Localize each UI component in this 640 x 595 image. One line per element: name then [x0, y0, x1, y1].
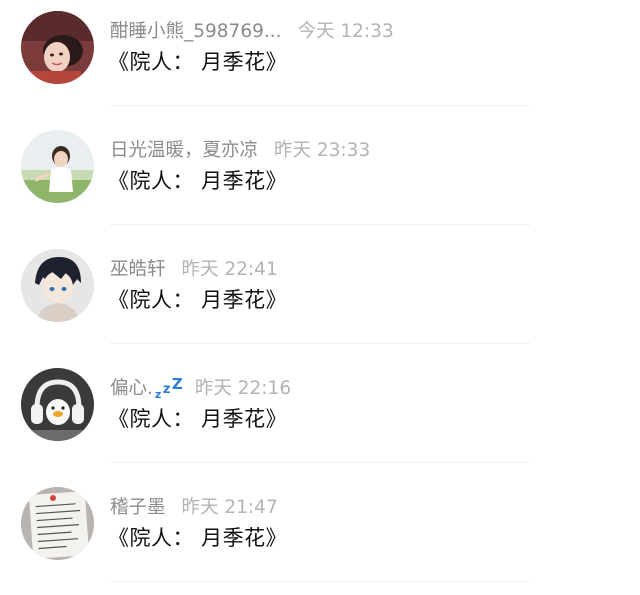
comment-item[interactable]: 偏心. z z Z 昨天 22:16 《院人： 月季花》 [0, 357, 640, 476]
comment-meta: 日光温暖，夏亦凉 昨天 23:33 [110, 137, 370, 165]
comment-text: 《院人： 月季花》 [108, 288, 288, 312]
avatar[interactable] [21, 487, 94, 560]
comment-text: 《院人： 月季花》 [108, 169, 288, 193]
comment-meta: 酣睡小熊_598769... 今天 12:33 [110, 18, 394, 46]
avatar-headphones-duck-icon [21, 368, 94, 441]
comment-meta: 稽子墨 昨天 21:47 [110, 494, 278, 522]
avatar-anime-boy-icon [21, 249, 94, 322]
comment-meta: 偏心. z z Z 昨天 22:16 [110, 375, 291, 403]
comment-item[interactable]: 酣睡小熊_598769... 今天 12:33 《院人： 月季花》 [0, 0, 640, 119]
avatar[interactable] [21, 130, 94, 203]
divider [110, 105, 530, 106]
comment-meta: 巫皓轩 昨天 22:41 [110, 256, 278, 284]
avatar[interactable] [21, 368, 94, 441]
divider [110, 224, 530, 225]
avatar-handwritten-note-icon [21, 487, 94, 560]
divider [110, 581, 530, 582]
comment-item[interactable]: 稽子墨 昨天 21:47 《院人： 月季花》 [0, 476, 640, 595]
username[interactable]: 巫皓轩 [110, 259, 166, 280]
username[interactable]: 偏心. [110, 378, 153, 399]
avatar-girl-lying-icon [21, 11, 94, 84]
comment-text: 《院人： 月季花》 [108, 526, 288, 550]
avatar[interactable] [21, 249, 94, 322]
divider [110, 462, 530, 463]
timestamp: 昨天 21:47 [181, 497, 278, 518]
timestamp: 昨天 23:33 [274, 140, 371, 161]
comment-item[interactable]: 日光温暖，夏亦凉 昨天 23:33 《院人： 月季花》 [0, 119, 640, 238]
timestamp: 昨天 22:41 [181, 259, 278, 280]
divider [110, 343, 530, 344]
timestamp: 昨天 22:16 [194, 378, 292, 399]
comment-item[interactable]: 巫皓轩 昨天 22:41 《院人： 月季花》 [0, 238, 640, 357]
username[interactable]: 稽子墨 [110, 497, 166, 518]
comment-text: 《院人： 月季花》 [108, 50, 288, 74]
avatar-girl-outdoors-icon [21, 130, 94, 203]
comment-list: 酣睡小熊_598769... 今天 12:33 《院人： 月季花》 日光温暖，夏亦… [0, 0, 640, 595]
sleep-zzz-icon: zzZ [154, 375, 183, 401]
timestamp: 今天 12:33 [297, 21, 394, 42]
username[interactable]: 酣睡小熊_598769... [110, 21, 282, 42]
avatar[interactable] [21, 11, 94, 84]
comment-text: 《院人： 月季花》 [108, 407, 288, 431]
username[interactable]: 日光温暖，夏亦凉 [110, 140, 258, 161]
